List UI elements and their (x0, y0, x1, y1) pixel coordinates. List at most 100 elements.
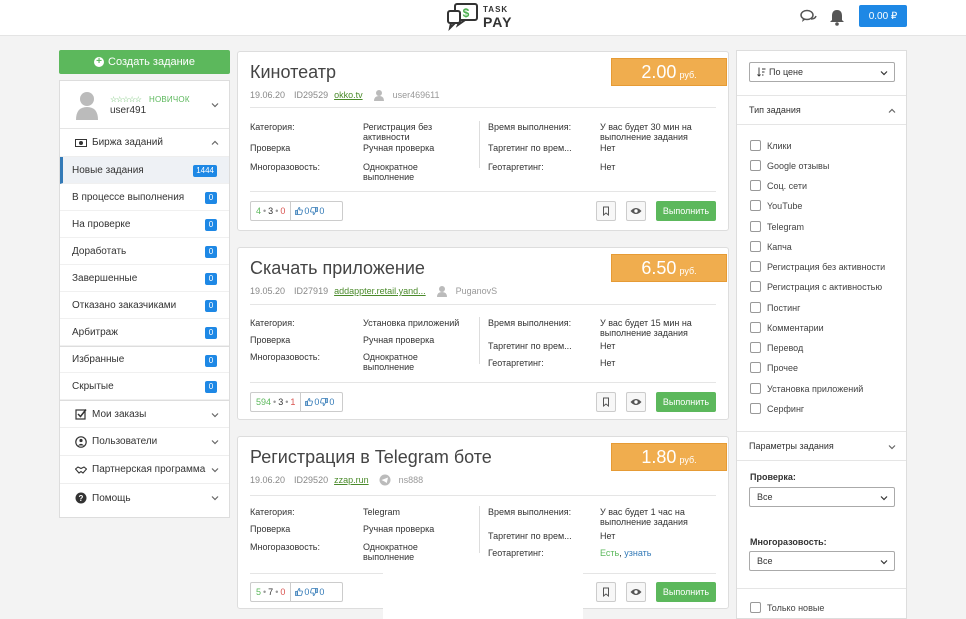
task-site-link[interactable]: zzap.run (334, 475, 369, 485)
thumbs-up-icon[interactable] (295, 588, 304, 596)
likes-count: 0 (304, 206, 310, 216)
filter-section-task-params[interactable]: Параметры задания (737, 431, 906, 461)
nav-item-arbitration[interactable]: Арбитраж 0 (60, 319, 229, 346)
checkbox[interactable] (750, 342, 761, 353)
nav-item-completed[interactable]: Завершенные 0 (60, 265, 229, 292)
filter-type-checkbox[interactable]: Установка приложений (750, 383, 863, 394)
task-title[interactable]: Кинотеатр (250, 62, 336, 83)
checkbox-label: Постинг (767, 302, 801, 313)
nav-item-on-review[interactable]: На проверке 0 (60, 211, 229, 238)
checkbox[interactable] (750, 362, 761, 373)
execute-button[interactable]: Выполнить (656, 392, 716, 412)
checkbox-label: Капча (767, 241, 792, 252)
checkbox[interactable] (750, 221, 761, 232)
chevron-down-icon (211, 496, 219, 501)
reuse-select[interactable]: Все (749, 551, 895, 571)
checkbox[interactable] (750, 241, 761, 252)
section-affiliate[interactable]: Партнерская программа (60, 456, 229, 484)
task-title[interactable]: Регистрация в Telegram боте (250, 447, 492, 468)
filter-type-checkbox[interactable]: Соц. сети (750, 180, 807, 191)
nav-item-hidden[interactable]: Скрытые 0 (60, 373, 229, 400)
create-task-button[interactable]: + Создать задание (59, 50, 230, 74)
check-select[interactable]: Все (749, 487, 895, 507)
execute-button[interactable]: Выполнить (656, 201, 716, 221)
count-badge: 0 (205, 273, 217, 285)
price-currency: руб. (679, 454, 697, 465)
thumbs-down-icon[interactable] (310, 588, 319, 596)
task-site-link[interactable]: okko.tv (334, 90, 363, 100)
filter-type-checkbox[interactable]: Регистрация без активности (750, 261, 885, 272)
nav-item-rework[interactable]: Доработать 0 (60, 238, 229, 265)
label-category: Категория: (250, 507, 295, 517)
thumbs-down-icon[interactable] (310, 207, 319, 215)
filter-type-checkbox[interactable]: Регистрация с активностью (750, 281, 882, 292)
bookmark-icon (603, 206, 609, 216)
geo-learn-link[interactable]: узнать (624, 548, 651, 558)
nav-item-new-tasks[interactable]: Новые задания 1444 (60, 157, 229, 184)
filter-type-checkbox[interactable]: Клики (750, 140, 792, 151)
only-new-checkbox[interactable]: Только новые (750, 602, 824, 613)
notifications-bell-icon[interactable] (828, 8, 846, 26)
nav-item-favorites[interactable]: Избранные 0 (60, 346, 229, 373)
filter-type-checkbox[interactable]: Google отзывы (750, 160, 829, 171)
filter-type-checkbox[interactable]: YouTube (750, 200, 802, 211)
section-my-orders[interactable]: Мои заказы (60, 400, 229, 428)
balance-button[interactable]: 0.00 ₽ (859, 5, 907, 27)
task-site-link[interactable]: addappter.retail.yand... (334, 286, 426, 296)
nav-item-rejected[interactable]: Отказано заказчиками 0 (60, 292, 229, 319)
sort-select[interactable]: По цене (749, 62, 895, 82)
nav-item-label: Завершенные (72, 272, 138, 284)
section-users[interactable]: Пользователи (60, 428, 229, 456)
filter-section-task-type[interactable]: Тип задания (737, 95, 906, 125)
filter-type-checkbox[interactable]: Telegram (750, 221, 804, 232)
blank-overlay (383, 571, 583, 619)
view-button[interactable] (626, 201, 646, 221)
label-geo: Геотаргетинг: (488, 548, 544, 558)
logo[interactable]: $ TASK PAY (446, 3, 512, 32)
filter-type-checkbox[interactable]: Прочее (750, 362, 798, 373)
filter-type-checkbox[interactable]: Комментарии (750, 322, 824, 333)
checkbox[interactable] (750, 281, 761, 292)
task-author[interactable]: user469611 (393, 90, 440, 100)
view-button[interactable] (626, 392, 646, 412)
checkbox[interactable] (750, 200, 761, 211)
task-author[interactable]: PuganovS (456, 286, 498, 296)
section-task-exchange[interactable]: Биржа заданий (60, 129, 229, 157)
thumbs-down-icon[interactable] (320, 398, 329, 406)
filter-type-checkbox[interactable]: Серфинг (750, 403, 804, 414)
task-author[interactable]: ns888 (399, 475, 424, 485)
count-badge: 0 (205, 355, 217, 367)
count-badge: 0 (205, 327, 217, 339)
stat-approved: 5 (256, 587, 262, 597)
checkbox[interactable] (750, 602, 761, 613)
user-rank: НОВИЧОК (149, 95, 190, 104)
label-targeting: Таргетинг по врем... (488, 341, 572, 351)
checkbox[interactable] (750, 180, 761, 191)
checkbox[interactable] (750, 322, 761, 333)
thumbs-up-icon[interactable] (305, 398, 314, 406)
filter-type-checkbox[interactable]: Капча (750, 241, 792, 252)
section-help[interactable]: ? Помощь (60, 484, 229, 512)
label-category: Категория: (250, 122, 295, 132)
checkbox[interactable] (750, 403, 761, 414)
thumbs-up-icon[interactable] (295, 207, 304, 215)
filter-type-checkbox[interactable]: Постинг (750, 302, 800, 313)
messages-icon[interactable] (800, 9, 818, 25)
checkbox[interactable] (750, 140, 761, 151)
nav-item-in-progress[interactable]: В процессе выполнения 0 (60, 184, 229, 211)
bookmark-button[interactable] (596, 582, 616, 602)
count-badge: 1444 (193, 165, 217, 177)
bookmark-button[interactable] (596, 392, 616, 412)
view-button[interactable] (626, 582, 646, 602)
user-block[interactable]: ☆☆☆☆☆ НОВИЧОК user491 (60, 81, 229, 129)
checkbox[interactable] (750, 160, 761, 171)
checkbox[interactable] (750, 383, 761, 394)
checkbox[interactable] (750, 302, 761, 313)
task-title[interactable]: Скачать приложение (250, 258, 425, 279)
bookmark-button[interactable] (596, 201, 616, 221)
checkbox[interactable] (750, 261, 761, 272)
filter-type-checkbox[interactable]: Перевод (750, 342, 803, 353)
execute-button[interactable]: Выполнить (656, 582, 716, 602)
value-targeting: Нет (600, 531, 616, 541)
task-card: Скачать приложение 6.50 руб. 19.05.20 ID… (237, 247, 729, 420)
